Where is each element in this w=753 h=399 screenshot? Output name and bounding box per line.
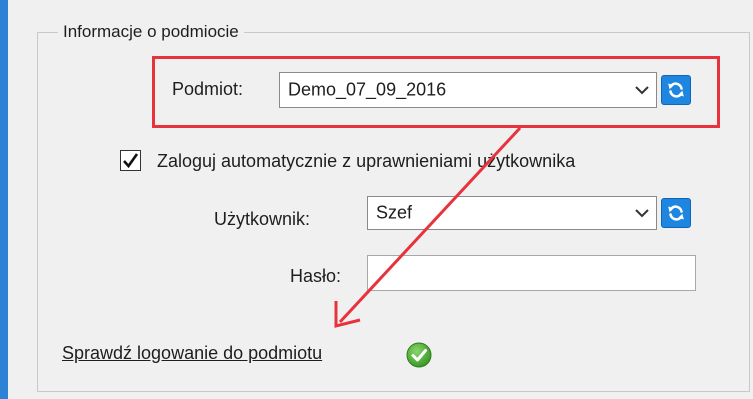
entity-highlight-box: [152, 56, 720, 128]
checkmark-icon: [123, 153, 139, 169]
auto-login-label[interactable]: Zaloguj automatycznie z uprawnieniami uż…: [157, 150, 575, 172]
password-field[interactable]: [367, 255, 696, 291]
user-select-value: Szef: [376, 202, 413, 223]
refresh-user-button[interactable]: [661, 198, 691, 228]
user-label: Użytkownik:: [214, 209, 311, 229]
check-login-link[interactable]: Sprawdź logowanie do podmiotu: [62, 342, 322, 364]
window-left-border: [0, 0, 8, 399]
refresh-icon: [668, 205, 684, 221]
check-circle-icon: [406, 342, 432, 368]
auto-login-checkbox[interactable]: [120, 150, 141, 171]
groupbox-title: Informacje o podmiocie: [58, 21, 244, 43]
password-label: Hasło:: [290, 266, 342, 286]
chevron-down-icon: [635, 209, 649, 218]
user-select[interactable]: Szef: [367, 196, 657, 230]
